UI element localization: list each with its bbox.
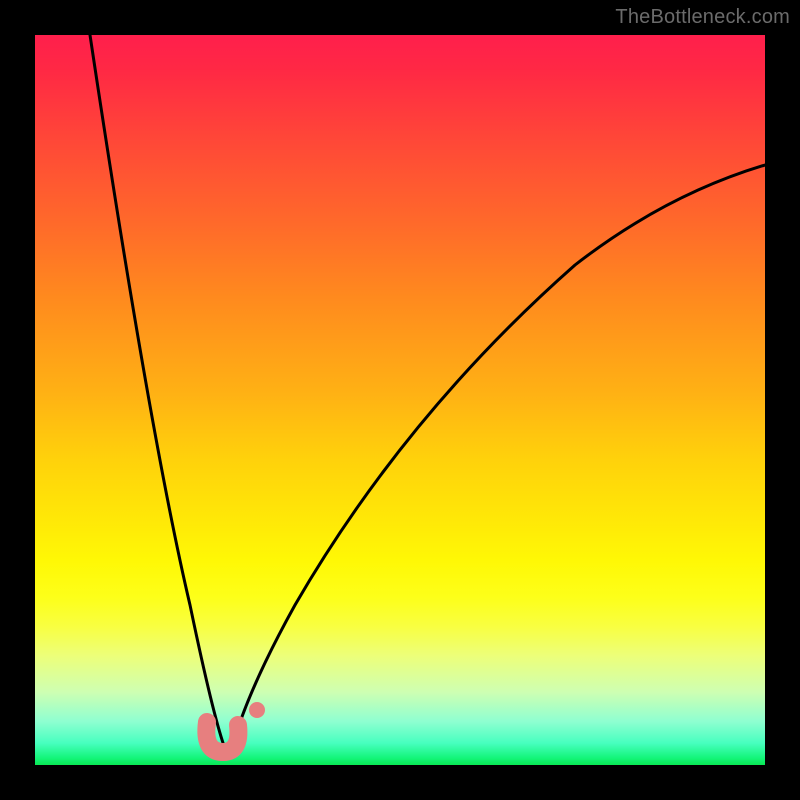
chart-frame: TheBottleneck.com — [0, 0, 800, 800]
marker-dot — [249, 702, 265, 718]
curve-layer — [35, 35, 765, 765]
curve-right — [230, 165, 765, 755]
watermark-text: TheBottleneck.com — [615, 6, 790, 29]
plot-area — [35, 35, 765, 765]
curve-left — [90, 35, 227, 754]
